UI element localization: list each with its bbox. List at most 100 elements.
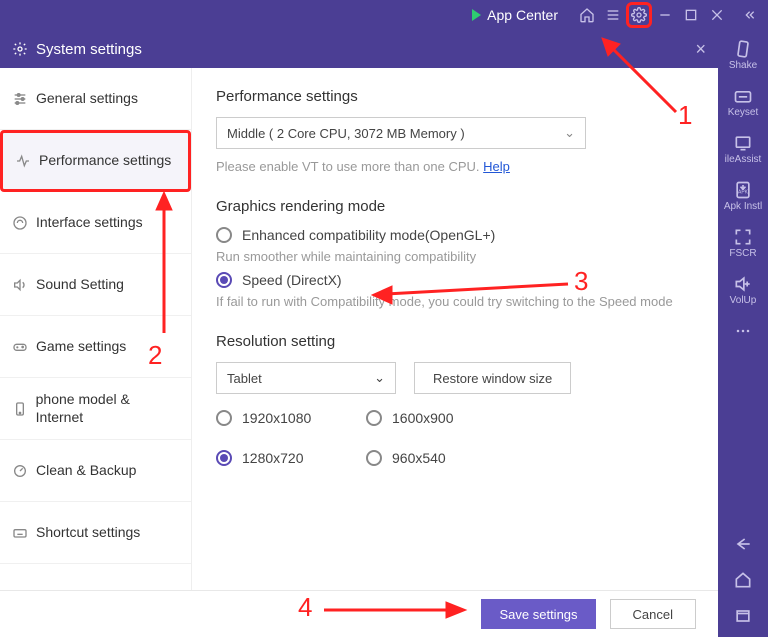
radio-icon [216,272,232,288]
graphics-section-title: Graphics rendering mode [216,198,694,215]
sidebar-item-label: Shortcut settings [36,524,140,542]
rb-shake[interactable]: Shake [718,38,768,71]
cancel-button[interactable]: Cancel [610,599,696,629]
rb-home[interactable] [718,569,768,591]
resolution-section-title: Resolution setting [216,333,694,350]
sidebar-item-label: Game settings [36,338,126,356]
radio-label: Speed (DirectX) [242,272,342,288]
rb-more[interactable] [718,320,768,342]
rb-label: VolUp [730,295,757,306]
radio-label: 1920x1080 [242,410,311,426]
radio-icon [366,450,382,466]
radio-icon [216,410,232,426]
app-topbar: App Center [0,0,768,30]
apk-icon: APK [718,179,768,201]
settings-content: Performance settings Middle ( 2 Core CPU… [192,68,718,590]
collapse-sidebar-icon[interactable] [736,2,762,28]
gear-icon [12,41,28,57]
appcenter-label: App Center [487,7,558,23]
rb-label: Apk Instl [724,201,762,212]
svg-text:APK: APK [738,189,749,195]
sidebar-item-performance[interactable]: Performance settings [0,130,191,192]
sidebar-item-label: Sound Setting [36,276,124,294]
phone-icon [12,401,36,417]
window-close-icon[interactable]: × [695,39,706,60]
radio-label: Enhanced compatibility mode(OpenGL+) [242,227,495,243]
chevron-down-icon: ⌄ [564,125,575,141]
keyboard-icon [12,525,36,541]
rb-label: Shake [729,60,757,71]
menu-icon[interactable] [600,2,626,28]
performance-preset-select[interactable]: Middle ( 2 Core CPU, 3072 MB Memory ) ⌄ [216,117,586,149]
rb-volup[interactable]: VolUp [718,273,768,306]
select-value: Middle ( 2 Core CPU, 3072 MB Memory ) [227,126,465,141]
arrow-3 [368,278,578,311]
sidebar-item-general[interactable]: General settings [0,68,191,130]
more-icon [718,320,768,342]
radio-res-1920[interactable]: 1920x1080 [216,410,366,426]
annotation-4: 4 [298,592,312,623]
sliders-icon [12,91,36,107]
play-icon [472,9,481,21]
maximize-icon[interactable] [678,2,704,28]
rightbar: Shake Keyset ileAssist APK Apk Instl FSC… [718,30,768,637]
fileassist-icon [718,132,768,154]
volup-icon [718,273,768,295]
radio-icon [216,227,232,243]
gamepad-icon [12,339,36,355]
clean-icon [12,463,36,479]
arrow-1 [598,34,688,129]
radio-icon [216,450,232,466]
save-button[interactable]: Save settings [481,599,595,629]
annotation-2: 2 [148,340,162,371]
radio-enhanced[interactable]: Enhanced compatibility mode(OpenGL+) [216,227,694,243]
radio-label: 1280x720 [242,450,304,466]
vt-hint: Please enable VT to use more than one CP… [216,159,694,174]
home-icon [718,569,768,591]
back-icon [718,533,768,555]
close-icon[interactable] [704,2,730,28]
sidebar-item-label: Clean & Backup [36,462,136,480]
keyset-icon [718,85,768,107]
radio-res-1280[interactable]: 1280x720 [216,450,366,466]
chevron-down-icon: ⌄ [374,370,385,386]
radio-label: 960x540 [392,450,446,466]
sidebar-item-clean[interactable]: Clean & Backup [0,440,191,502]
sidebar-item-label: Interface settings [36,214,143,232]
sidebar-item-phone[interactable]: phone model & Internet [0,378,191,440]
rb-label: ileAssist [725,154,762,165]
radio-res-960[interactable]: 960x540 [366,450,516,466]
interface-icon [12,215,36,231]
rb-label: Keyset [728,107,759,118]
rb-recents[interactable] [718,605,768,627]
sidebar-item-label: phone model & Internet [36,391,179,426]
rb-apkinstall[interactable]: APK Apk Instl [718,179,768,212]
restore-window-button[interactable]: Restore window size [414,362,571,394]
window-title: System settings [36,41,142,58]
sidebar-item-label: General settings [36,90,138,108]
radio-res-1600[interactable]: 1600x900 [366,410,516,426]
sidebar-item-label: Performance settings [39,152,171,170]
radio-label: 1600x900 [392,410,454,426]
sound-icon [12,277,36,293]
home-icon[interactable] [574,2,600,28]
enhanced-hint: Run smoother while maintaining compatibi… [216,249,694,264]
rb-back[interactable] [718,533,768,555]
fullscreen-icon [718,226,768,248]
resolution-preset-select[interactable]: Tablet ⌄ [216,362,396,394]
minimize-icon[interactable] [652,2,678,28]
rb-keyset[interactable]: Keyset [718,85,768,118]
rb-fullscreen[interactable]: FSCR [718,226,768,259]
sidebar-item-shortcut[interactable]: Shortcut settings [0,502,191,564]
radio-icon [366,410,382,426]
appcenter-button[interactable]: App Center [464,5,566,25]
recents-icon [718,605,768,627]
shake-icon [718,38,768,60]
rb-fileassist[interactable]: ileAssist [718,132,768,165]
activity-icon [15,153,39,169]
gear-icon[interactable] [626,2,652,28]
help-link[interactable]: Help [483,159,510,174]
arrow-4 [320,598,470,627]
arrow-2 [152,188,182,343]
select-value: Tablet [227,371,262,386]
